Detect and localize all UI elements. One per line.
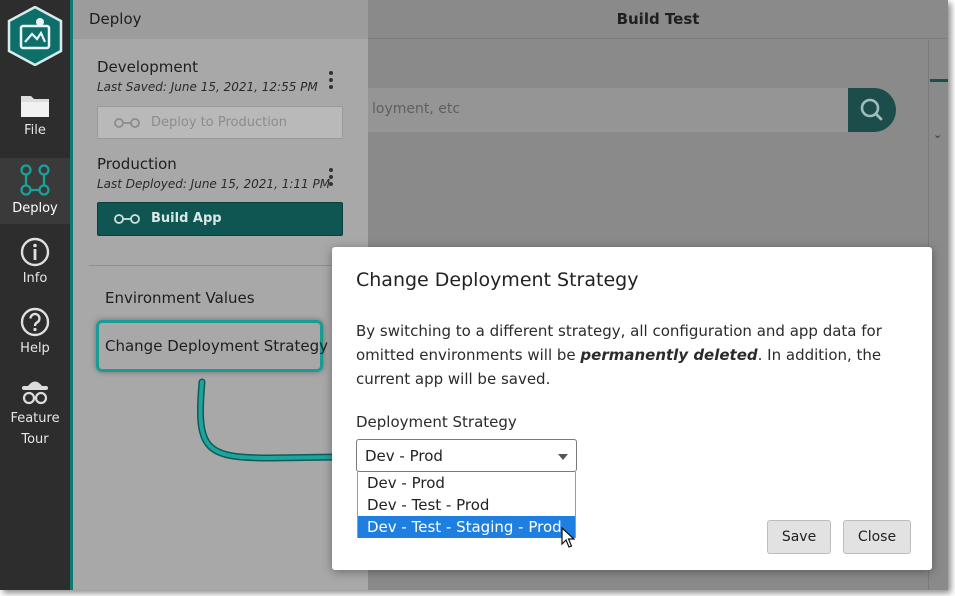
deploy-to-production-label: Deploy to Production: [151, 115, 287, 130]
env-name-production: Production: [97, 155, 177, 173]
right-tab-indicator: [930, 79, 948, 82]
change-deployment-strategy-link[interactable]: Change Deployment Strategy: [105, 337, 328, 355]
env-meta-development: Last Saved: June 15, 2021, 12:55 PM: [97, 80, 318, 94]
chevron-down-icon: [558, 454, 568, 460]
deploy-icon: [20, 164, 50, 196]
strategy-dropdown-list: Dev - Prod Dev - Test - Prod Dev - Test …: [357, 472, 576, 538]
environment-values-link[interactable]: Environment Values: [105, 289, 255, 307]
search-input[interactable]: loyment, etc: [368, 88, 850, 132]
deploy-panel: Deploy Development Last Saved: June 15, …: [73, 0, 368, 590]
dialog-message-emphasis: permanently deleted: [580, 346, 758, 364]
kebab-menu-icon[interactable]: [325, 165, 337, 189]
search-placeholder: loyment, etc: [372, 101, 461, 117]
info-icon: [20, 237, 50, 267]
rail-item-help[interactable]: Help: [0, 306, 70, 366]
kebab-menu-icon[interactable]: [325, 68, 337, 92]
close-button[interactable]: Close: [843, 520, 911, 554]
rail-label-info: Info: [22, 271, 48, 286]
strategy-option[interactable]: Dev - Test - Prod: [358, 494, 575, 516]
rail-item-feature-tour[interactable]: Feature Tour: [0, 376, 70, 456]
rail-label-file: File: [24, 123, 46, 138]
page-title: Build Test: [616, 10, 700, 28]
rail-label-help: Help: [20, 341, 50, 356]
rail-item-file[interactable]: File: [0, 90, 70, 152]
feature-tour-icon: [22, 381, 48, 405]
build-app-label: Build App: [151, 211, 222, 226]
change-strategy-dialog: Change Deployment Strategy By switching …: [332, 247, 932, 570]
rail-label-tour: Tour: [21, 432, 49, 447]
env-name-development: Development: [97, 58, 198, 76]
deploy-to-production-button[interactable]: Deploy to Production: [97, 106, 343, 139]
strategy-select[interactable]: Dev - Prod: [356, 439, 577, 472]
rail-item-deploy[interactable]: Deploy: [0, 158, 70, 224]
deploy-panel-title: Deploy: [89, 10, 142, 28]
pipeline-icon: [114, 118, 140, 128]
help-icon: [20, 307, 50, 337]
strategy-selected-value: Dev - Prod: [365, 447, 443, 465]
strategy-field-label: Deployment Strategy: [356, 413, 517, 431]
app-logo-icon: [7, 5, 63, 67]
pipeline-icon: [114, 214, 140, 224]
folder-icon: [21, 96, 49, 117]
deploy-panel-header: Deploy: [73, 0, 368, 39]
build-app-button[interactable]: Build App: [97, 202, 343, 236]
rail-label-deploy: Deploy: [12, 201, 58, 216]
dialog-title: Change Deployment Strategy: [356, 269, 639, 291]
rail-label-feature: Feature: [10, 411, 60, 426]
mouse-cursor-icon: [561, 527, 575, 548]
env-meta-production: Last Deployed: June 15, 2021, 1:11 PM: [97, 177, 331, 191]
divider: [89, 265, 368, 266]
top-bar: Build Test: [368, 0, 948, 39]
left-nav-rail: File Deploy Info Help Feature Tour: [0, 0, 70, 590]
strategy-option[interactable]: Dev - Prod: [358, 472, 575, 494]
rail-item-info[interactable]: Info: [0, 236, 70, 296]
dialog-message: By switching to a different strategy, al…: [356, 319, 916, 391]
strategy-option-highlighted[interactable]: Dev - Test - Staging - Prod: [358, 516, 575, 538]
search-icon: [860, 98, 883, 121]
chevron-down-icon[interactable]: ⌄: [933, 128, 942, 141]
search-button[interactable]: [848, 88, 896, 132]
save-button[interactable]: Save: [767, 520, 831, 554]
